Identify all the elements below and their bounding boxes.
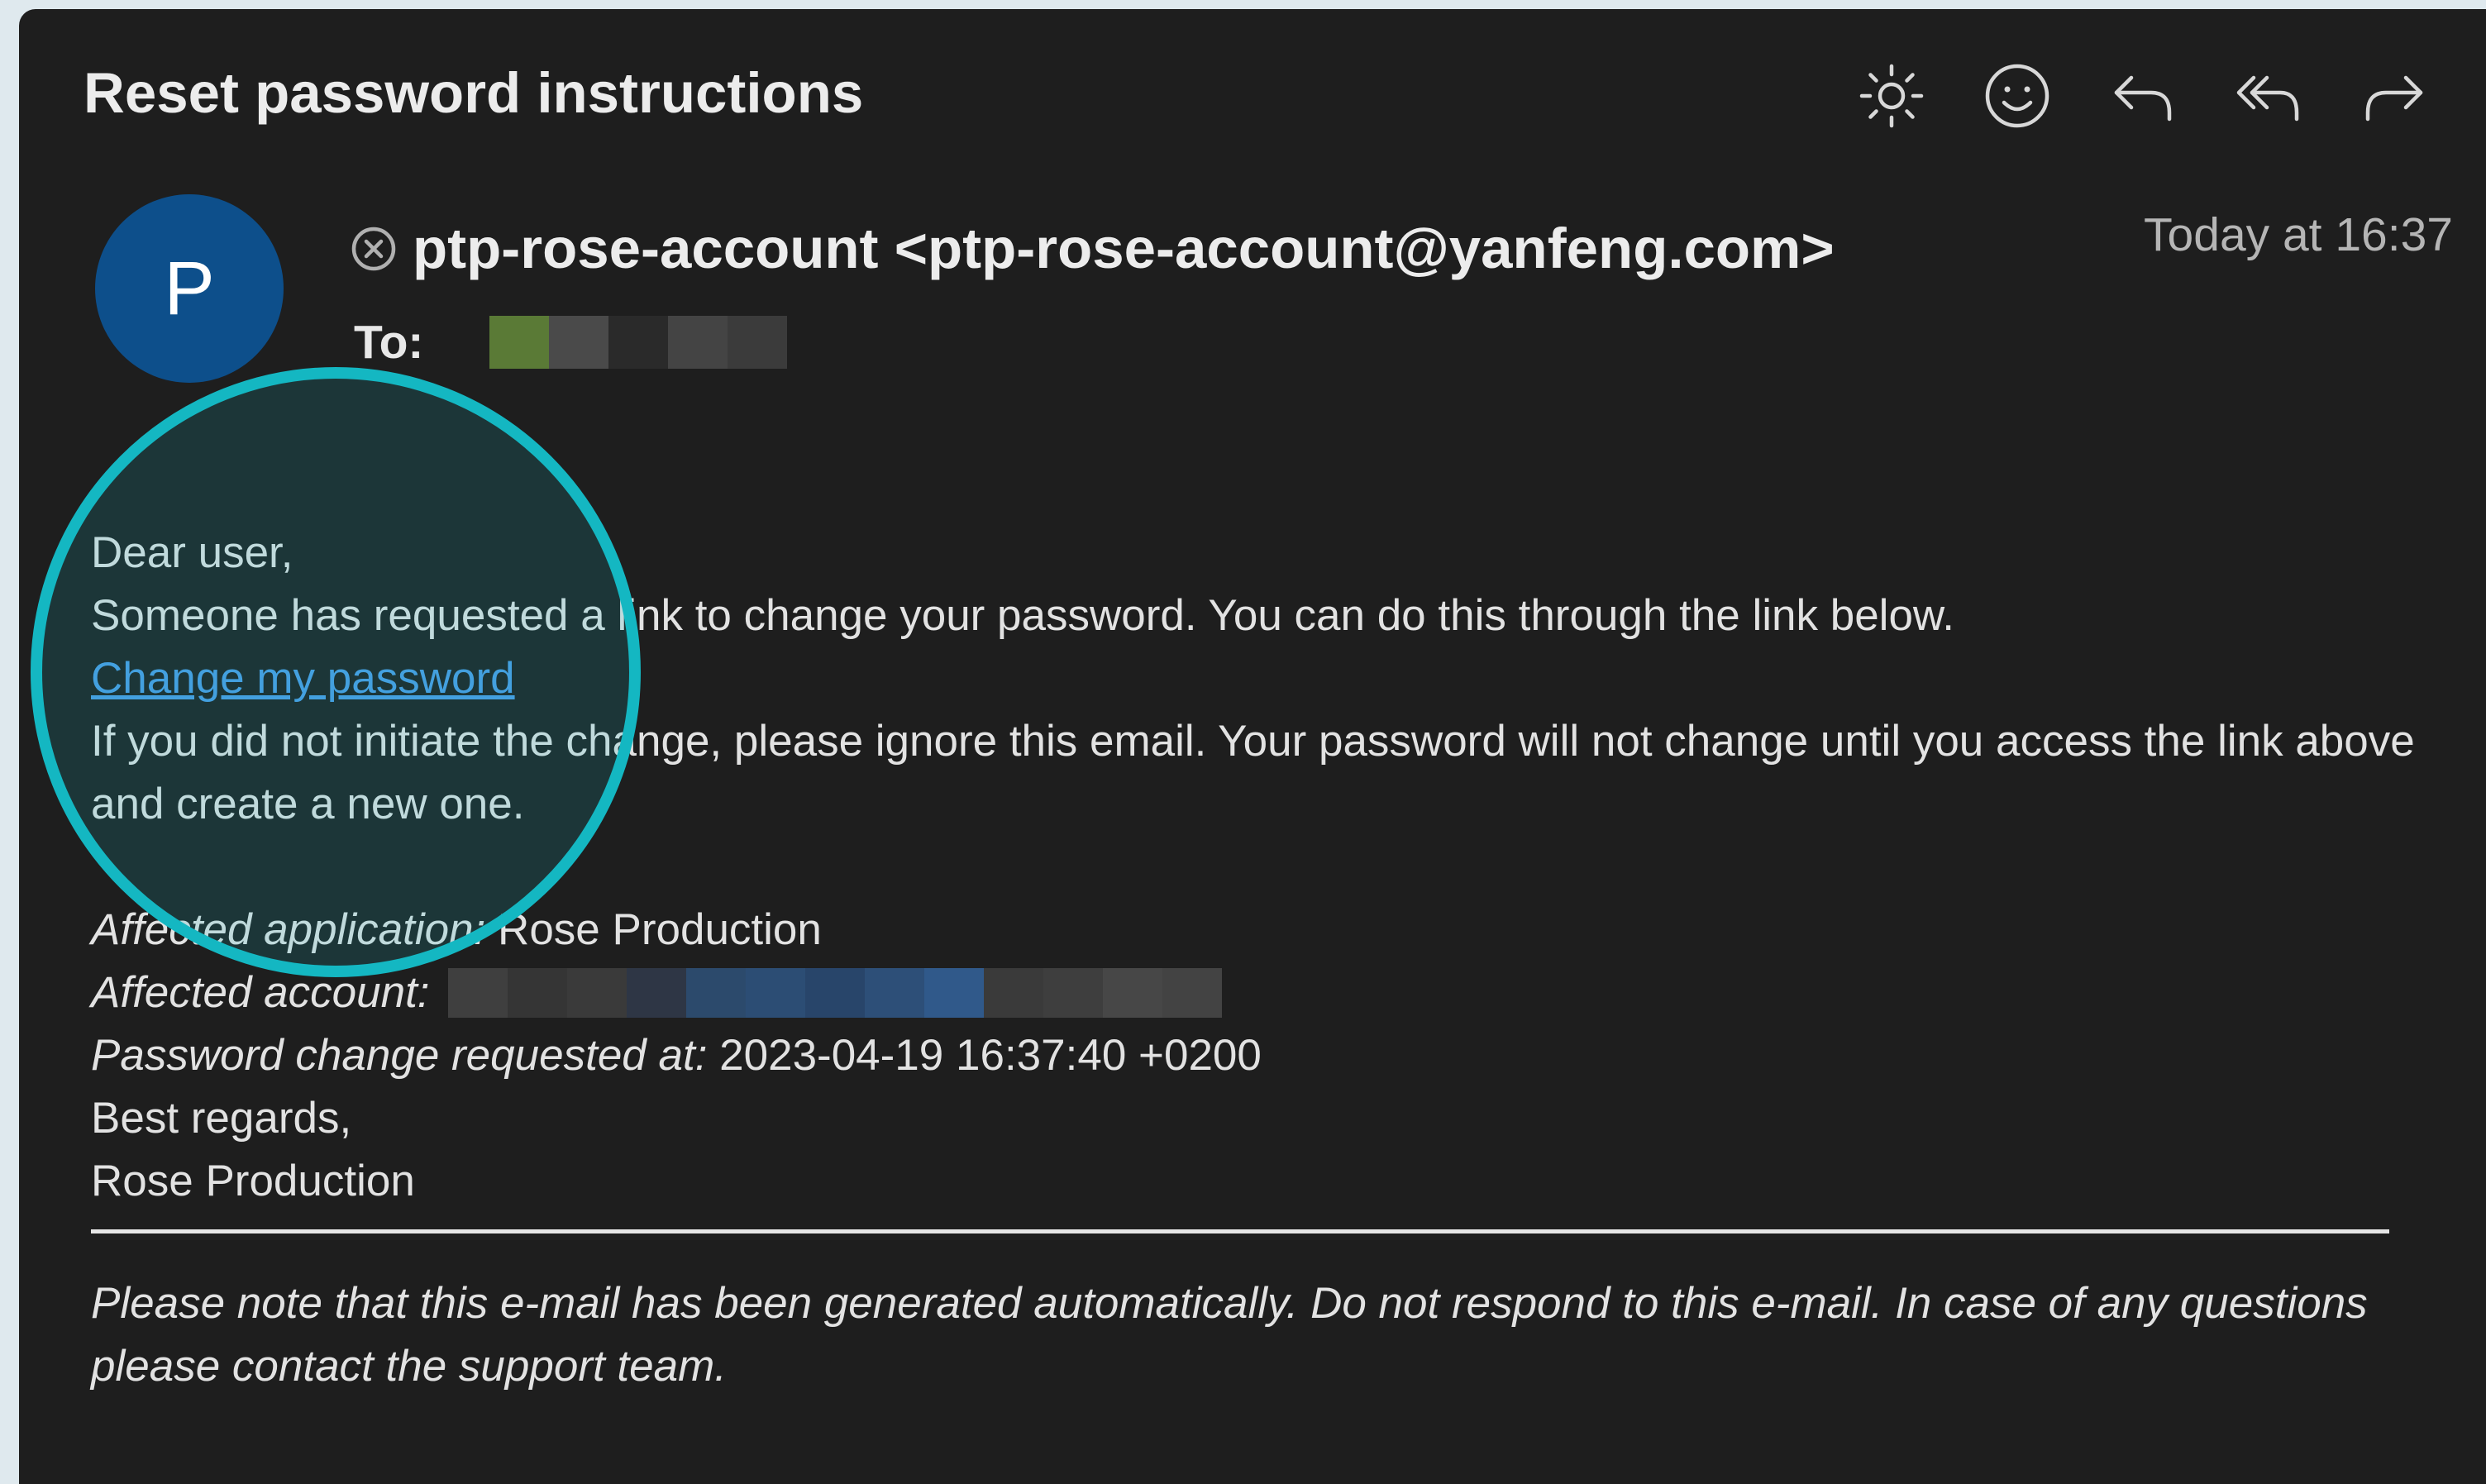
sun-icon xyxy=(1859,64,1924,128)
auto-generated-disclaimer: Please note that this e-mail has been ge… xyxy=(91,1279,2368,1391)
sender-row: ptp-rose-account <ptp-rose-account@yanfe… xyxy=(350,216,1835,281)
sender-avatar[interactable]: P xyxy=(95,194,284,383)
received-date: Today at 16:37 xyxy=(2144,208,2453,261)
reply-all-button[interactable] xyxy=(2231,59,2306,133)
email-body: Dear user, Someone has requested a link … xyxy=(91,522,2447,1213)
affected-application-label: Affected application: xyxy=(91,905,486,954)
mail-window: Reset password instructions P ptp-rose-a… xyxy=(19,9,2486,1484)
email-subject: Reset password instructions xyxy=(84,61,864,125)
unverified-sender-icon[interactable] xyxy=(350,225,398,273)
appearance-button[interactable] xyxy=(1854,59,1929,133)
reply-button[interactable] xyxy=(2106,59,2180,133)
signature-text: Rose Production xyxy=(91,1157,415,1205)
mail-toolbar xyxy=(1854,59,2431,133)
affected-application-value: Rose Production xyxy=(498,905,822,954)
requested-at-value: 2023-04-19 16:37:40 +0200 xyxy=(719,1031,1262,1080)
requested-at-label: Password change requested at: xyxy=(91,1031,708,1080)
affected-account-line: Affected account: xyxy=(91,961,2447,1024)
affected-application-line: Affected application: Rose Production xyxy=(91,899,2447,961)
intro-text: Someone has requested a link to change y… xyxy=(91,591,1955,640)
greeting: Dear user, xyxy=(91,528,293,577)
change-password-link[interactable]: Change my password xyxy=(91,654,515,703)
notice-text: If you did not initiate the change, plea… xyxy=(91,717,2415,828)
reaction-button[interactable] xyxy=(1980,59,2054,133)
affected-account-label: Affected account: xyxy=(91,968,430,1017)
emoji-icon xyxy=(1985,64,2049,128)
redacted-account xyxy=(447,968,1222,1018)
recipient-row: To: xyxy=(354,315,788,370)
closing-text: Best regards, xyxy=(91,1094,352,1143)
forward-button[interactable] xyxy=(2357,59,2431,133)
reply-icon xyxy=(2114,75,2172,122)
redacted-recipient xyxy=(489,316,788,369)
reply-all-icon xyxy=(2236,75,2299,122)
to-label: To: xyxy=(354,316,424,369)
sender-address[interactable]: ptp-rose-account <ptp-rose-account@yanfe… xyxy=(413,216,1835,281)
requested-at-line: Password change requested at: 2023-04-19… xyxy=(91,1024,2447,1087)
signature-divider xyxy=(91,1229,2389,1233)
forward-icon xyxy=(2365,75,2423,122)
